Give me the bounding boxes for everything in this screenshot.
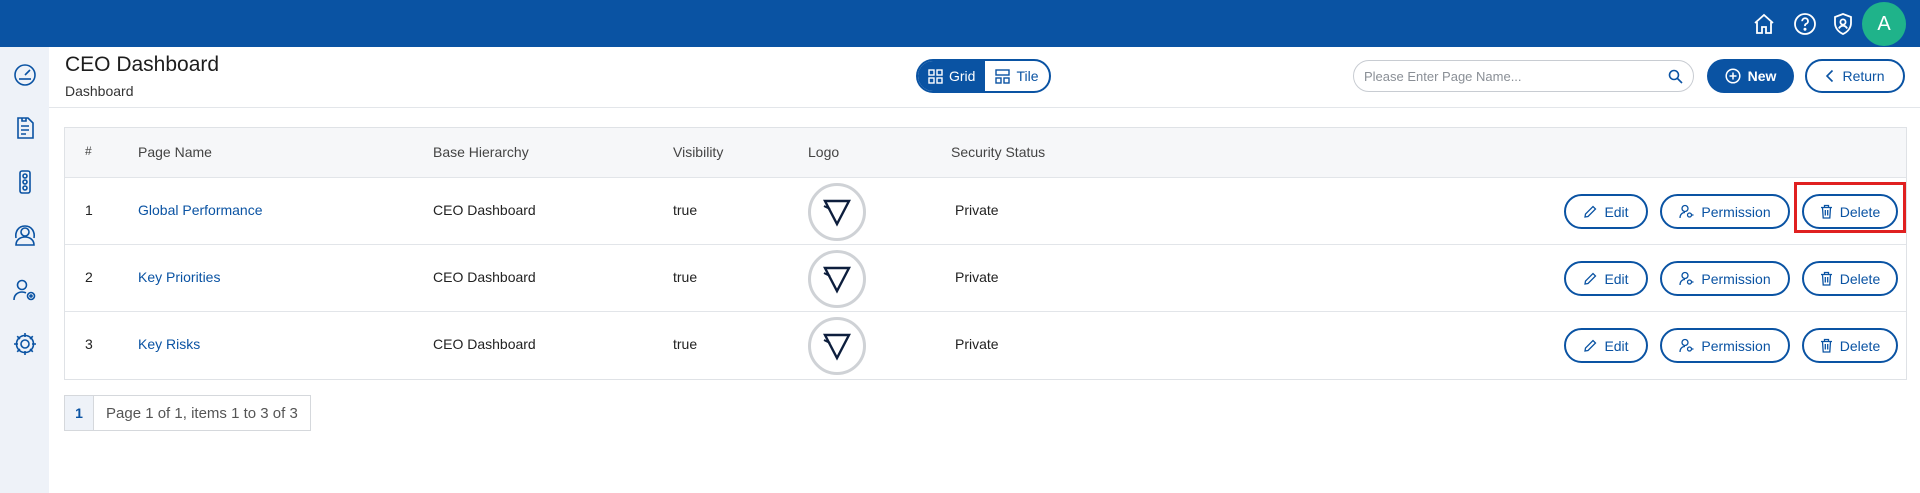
avatar-initial: A	[1877, 12, 1891, 35]
column-header-page-name[interactable]: Page Name	[138, 144, 212, 160]
delete-button-highlight	[1794, 182, 1906, 233]
search-icon[interactable]	[1668, 69, 1683, 84]
pagination-info: Page 1 of 1, items 1 to 3 of 3	[94, 395, 311, 431]
tile-view-label: Tile	[1016, 68, 1039, 84]
page-logo	[808, 317, 866, 375]
row-number: 2	[85, 269, 93, 285]
permission-button[interactable]: Permission	[1660, 261, 1790, 296]
header-divider	[49, 107, 1920, 108]
user-key-icon	[1679, 338, 1694, 353]
page-number-button[interactable]: 1	[64, 395, 94, 431]
page-title: CEO Dashboard	[65, 53, 220, 76]
permission-button[interactable]: Permission	[1660, 194, 1790, 229]
column-header-visibility[interactable]: Visibility	[673, 144, 723, 160]
grid-view-button[interactable]: Grid	[918, 61, 986, 91]
security-status-cell: Private	[955, 202, 999, 218]
base-hierarchy-cell: CEO Dashboard	[433, 269, 536, 285]
edit-button[interactable]: Edit	[1564, 194, 1648, 229]
security-status-cell: Private	[955, 336, 999, 352]
shield-user-icon[interactable]	[1829, 10, 1857, 38]
edit-button[interactable]: Edit	[1564, 261, 1648, 296]
row-number: 1	[85, 202, 93, 218]
triangle-logo-icon	[823, 333, 851, 361]
table-row: 3 Key Risks CEO Dashboard true Private E…	[65, 312, 1906, 379]
column-header-number[interactable]: #	[85, 144, 92, 158]
new-button-label: New	[1747, 68, 1777, 84]
tile-view-button[interactable]: Tile	[985, 61, 1048, 91]
row-number: 3	[85, 336, 93, 352]
trash-icon	[1820, 338, 1832, 353]
pencil-icon	[1584, 272, 1597, 285]
permission-button-label: Permission	[1701, 270, 1771, 287]
page-name-link[interactable]: Global Performance	[138, 202, 263, 218]
gear-icon[interactable]	[12, 331, 38, 357]
delete-button[interactable]: Delete	[1802, 261, 1898, 296]
triangle-logo-icon	[823, 199, 851, 227]
page-name-link[interactable]: Key Priorities	[138, 269, 220, 285]
permission-button-label: Permission	[1701, 203, 1771, 220]
view-toggle: Grid Tile	[916, 59, 1051, 93]
document-icon[interactable]	[12, 115, 38, 141]
permission-button[interactable]: Permission	[1660, 328, 1790, 363]
avatar[interactable]: A	[1862, 2, 1906, 46]
traffic-light-icon[interactable]	[12, 169, 38, 195]
user-key-icon	[1679, 271, 1694, 286]
help-icon[interactable]	[1791, 10, 1819, 38]
visibility-cell: true	[673, 202, 698, 218]
pencil-icon	[1584, 339, 1597, 352]
return-button[interactable]: Return	[1805, 59, 1905, 93]
page-logo	[808, 250, 866, 308]
search-box	[1353, 60, 1694, 92]
delete-button-label: Delete	[1839, 270, 1881, 287]
visibility-cell: true	[673, 336, 698, 352]
page-name-link[interactable]: Key Risks	[138, 336, 200, 352]
plus-circle-icon	[1725, 68, 1741, 84]
user-network-icon[interactable]	[12, 223, 38, 249]
base-hierarchy-cell: CEO Dashboard	[433, 336, 536, 352]
table-row: 1 Global Performance CEO Dashboard true …	[65, 178, 1906, 245]
table-row: 2 Key Priorities CEO Dashboard true Priv…	[65, 245, 1906, 312]
user-settings-icon[interactable]	[12, 277, 38, 303]
column-header-base-hierarchy[interactable]: Base Hierarchy	[433, 144, 529, 160]
grid-icon	[928, 68, 943, 84]
breadcrumb: Dashboard	[65, 83, 134, 99]
security-status-cell: Private	[955, 269, 999, 285]
dashboard-gauge-icon[interactable]	[12, 61, 38, 87]
pencil-icon	[1584, 205, 1597, 218]
column-header-security-status[interactable]: Security Status	[951, 144, 1045, 160]
edit-button-label: Edit	[1604, 270, 1629, 287]
main-content: CEO Dashboard Dashboard Grid Tile New Re…	[49, 47, 1920, 493]
edit-button[interactable]: Edit	[1564, 328, 1648, 363]
sidebar	[0, 47, 49, 493]
edit-button-label: Edit	[1604, 337, 1629, 354]
top-bar: A	[0, 0, 1920, 47]
page-logo	[808, 183, 866, 241]
pages-table: # Page Name Base Hierarchy Visibility Lo…	[64, 127, 1907, 380]
home-icon[interactable]	[1750, 10, 1778, 38]
trash-icon	[1820, 271, 1832, 286]
table-header: # Page Name Base Hierarchy Visibility Lo…	[65, 128, 1906, 178]
pagination: 1 Page 1 of 1, items 1 to 3 of 3	[64, 395, 311, 431]
tile-icon	[995, 68, 1011, 84]
grid-view-label: Grid	[949, 68, 976, 84]
search-input[interactable]	[1364, 68, 1668, 84]
new-button[interactable]: New	[1707, 59, 1794, 93]
permission-button-label: Permission	[1701, 337, 1771, 354]
column-header-logo[interactable]: Logo	[808, 144, 839, 160]
visibility-cell: true	[673, 269, 698, 285]
triangle-logo-icon	[823, 266, 851, 294]
edit-button-label: Edit	[1604, 203, 1629, 220]
return-button-label: Return	[1842, 68, 1885, 84]
user-key-icon	[1679, 204, 1694, 219]
delete-button-label: Delete	[1839, 337, 1881, 354]
chevron-left-icon	[1826, 69, 1834, 83]
base-hierarchy-cell: CEO Dashboard	[433, 202, 536, 218]
delete-button[interactable]: Delete	[1802, 328, 1898, 363]
